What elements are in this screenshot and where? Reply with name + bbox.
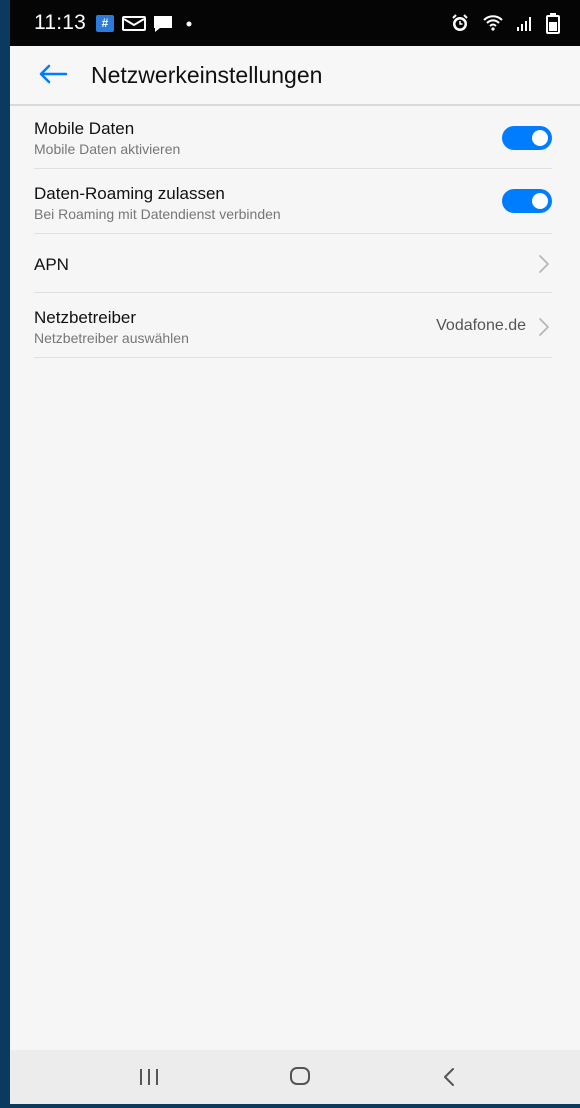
chevron-right-icon [539, 318, 549, 336]
mobile-data-title: Mobile Daten [34, 119, 135, 138]
wifi-icon [483, 15, 503, 31]
navigation-bar [10, 1050, 580, 1104]
carrier-title: Netzbetreiber [34, 308, 137, 327]
gmail-icon [122, 16, 146, 31]
roaming-toggle[interactable] [502, 189, 552, 213]
roaming-title: Daten-Roaming zulassen [34, 184, 225, 203]
carrier-subtitle: Netzbetreiber auswählen [34, 330, 189, 346]
home-icon[interactable] [288, 1065, 312, 1087]
apn-row[interactable]: APN [34, 234, 552, 293]
mobile-data-subtitle: Mobile Daten aktivieren [34, 141, 181, 157]
recent-apps-icon[interactable] [136, 1066, 162, 1088]
dot-icon [186, 21, 192, 27]
status-bar: 11:13 # [10, 0, 580, 46]
settings-list: Mobile Daten Mobile Daten aktivieren Dat… [34, 108, 552, 358]
alarm-icon [452, 14, 468, 31]
battery-icon [546, 13, 560, 34]
back-icon[interactable] [440, 1066, 458, 1088]
arrow-left-icon[interactable] [38, 63, 68, 85]
toggle-knob [532, 130, 548, 146]
hash-app-icon: # [96, 15, 114, 32]
chevron-right-icon [539, 255, 549, 273]
apn-title: APN [34, 255, 69, 274]
roaming-row[interactable]: Daten-Roaming zulassen Bei Roaming mit D… [34, 169, 552, 234]
carrier-value: Vodafone.de [436, 317, 526, 334]
page-title: Netzwerkeinstellungen [91, 62, 323, 88]
carrier-row[interactable]: Netzbetreiber Netzbetreiber auswählen Vo… [34, 293, 552, 358]
toolbar-divider [10, 104, 580, 106]
status-icons [450, 12, 560, 34]
status-time: 11:13 [34, 11, 86, 34]
signal-icon [517, 17, 531, 31]
mobile-data-row[interactable]: Mobile Daten Mobile Daten aktivieren [34, 108, 552, 169]
roaming-subtitle: Bei Roaming mit Datendienst verbinden [34, 206, 281, 222]
message-icon [154, 16, 172, 32]
mobile-data-toggle[interactable] [502, 126, 552, 150]
toolbar: Netzwerkeinstellungen [10, 46, 580, 104]
toggle-knob [532, 193, 548, 209]
